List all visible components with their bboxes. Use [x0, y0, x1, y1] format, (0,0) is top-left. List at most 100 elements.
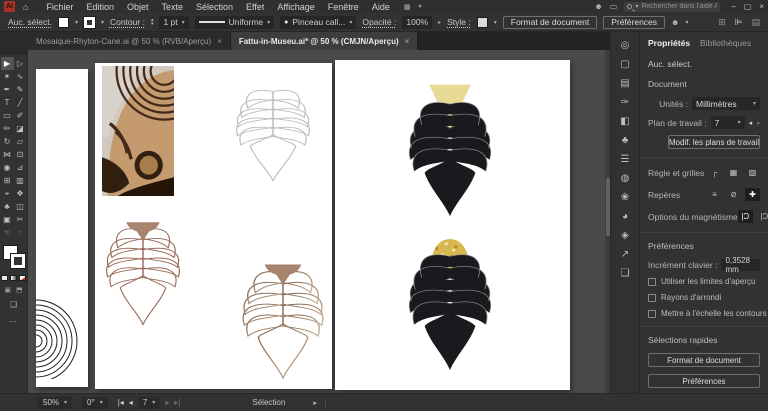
pattern-icon[interactable]: ❀	[621, 192, 629, 203]
workspace-chevron-icon[interactable]: ▾	[418, 3, 421, 10]
shape-builder-tool[interactable]: ◉	[1, 161, 14, 174]
share-document-icon[interactable]: ☻	[671, 18, 679, 27]
document-tab-active[interactable]: Fattu-in-Museu.ai* @ 50 % (CMJN/Aperçu)×	[231, 32, 419, 50]
first-artboard-icon[interactable]: |◂	[118, 398, 124, 407]
width-tool[interactable]: ⋈	[1, 148, 14, 161]
menu-affichage[interactable]: Affichage	[277, 2, 314, 12]
stroke-width-field[interactable]: 1 pt▾	[159, 16, 188, 29]
feather-black-gold-dome[interactable]	[403, 236, 497, 374]
canvas[interactable]	[28, 50, 610, 393]
next-artboard-nav-icon[interactable]: ▸	[165, 398, 169, 407]
opacity-field[interactable]: 100%	[402, 16, 432, 29]
ruler-corner-icon[interactable]: ┌	[707, 166, 722, 179]
checkbox-utiliser-les-limites-d-apercu[interactable]	[648, 278, 656, 286]
feather-outline-gradient[interactable]	[237, 263, 329, 383]
shaper-tool[interactable]: ✏	[1, 122, 14, 135]
menu-objet[interactable]: Objet	[127, 2, 149, 12]
document-info-icon[interactable]: ▢	[620, 59, 629, 70]
units-dropdown[interactable]: Millimètres ▾	[692, 97, 760, 110]
tab-close-icon[interactable]: ×	[217, 37, 222, 46]
menu-effet[interactable]: Effet	[246, 2, 264, 12]
home-icon[interactable]: ⌂	[23, 2, 28, 12]
zoom-tool[interactable]: ◌	[14, 226, 27, 239]
arrange-documents-icon[interactable]: ⊞	[718, 17, 726, 28]
smart-guides-icon[interactable]: ✚	[745, 188, 760, 201]
artboard-nav-dropdown[interactable]: 7 ▾	[138, 397, 160, 409]
artboard-right[interactable]	[335, 60, 570, 390]
menu-texte[interactable]: Texte	[162, 2, 184, 12]
style-chevron-icon[interactable]: ▾	[494, 19, 497, 26]
grid-icon[interactable]: ▦	[726, 166, 741, 179]
rotation-dropdown[interactable]: 0° ▾	[82, 397, 108, 409]
show-guides-icon[interactable]: ≡	[707, 188, 722, 201]
color-button[interactable]	[1, 275, 8, 281]
transparency-icon[interactable]: ◍	[621, 173, 630, 184]
draw-behind-icon[interactable]: ⬒	[16, 286, 23, 294]
previous-artboard-icon[interactable]: ◂	[749, 119, 753, 127]
rectangle-tool[interactable]: ▭	[1, 109, 14, 122]
curvature-tool[interactable]: ✎	[14, 83, 27, 96]
brush-chevron-icon[interactable]: ▾	[349, 19, 352, 26]
checkbox-rayons-d-arrondi[interactable]	[648, 294, 656, 302]
menu-aide[interactable]: Aide	[372, 2, 390, 12]
stroke-profile-dropdown[interactable]: Uniforme▾	[195, 16, 275, 29]
quick-action-format-de-document[interactable]: Format de document	[648, 353, 760, 367]
feather-outline-rust[interactable]	[101, 221, 185, 329]
menu-edition[interactable]: Edition	[86, 2, 114, 12]
menu-selection[interactable]: Sélection	[196, 2, 233, 12]
document-tab[interactable]: Mosaique-Rhyton-Cane.ai @ 50 % (RVB/Aper…	[28, 32, 231, 50]
snap-to-grid-icon[interactable]: |Ɔ	[757, 210, 768, 223]
stroke-profile-chevron-icon[interactable]: ▾	[267, 19, 270, 26]
lasso-tool[interactable]: ∿	[14, 70, 27, 83]
scrollbar-thumb[interactable]	[606, 178, 610, 236]
hand-tool[interactable]: ☜	[1, 226, 14, 239]
stroke-panel-link[interactable]: Contour :	[110, 17, 145, 27]
mesh-tool[interactable]: ⊞	[1, 174, 14, 187]
brush-dropdown[interactable]: ●Pinceau call...▾	[280, 16, 356, 29]
more-tools-button[interactable]: ⋯	[9, 317, 18, 326]
scale-tool[interactable]: ▱	[14, 135, 27, 148]
stroke-indicator-swatch[interactable]	[11, 254, 25, 268]
feather-black-gold-triangle[interactable]	[403, 84, 497, 220]
line-segment-tool[interactable]: ╱	[14, 96, 27, 109]
symbols-icon[interactable]: ♣	[622, 135, 629, 146]
artboard-tool[interactable]: ▣	[1, 213, 14, 226]
last-artboard-icon[interactable]: ▸|	[174, 398, 180, 407]
column-graph-tool[interactable]: ◫	[14, 200, 27, 213]
next-artboard-icon[interactable]: ▸	[757, 119, 761, 127]
export-icon[interactable]: ↗	[621, 249, 629, 260]
document-setup-button[interactable]: Format de document	[503, 16, 597, 29]
quick-action-preferences[interactable]: Préférences	[648, 374, 760, 388]
keyboard-increment-field[interactable]: 0,3528 mm	[721, 259, 760, 271]
selection-status-label[interactable]: Auc. sélect.	[8, 17, 52, 27]
brushes-icon[interactable]: ✑	[621, 97, 629, 108]
feather-outline-sage[interactable]	[231, 83, 315, 185]
preferences-button[interactable]: Préférences	[603, 16, 665, 29]
menu-fenetre[interactable]: Fenêtre	[328, 2, 359, 12]
none-button[interactable]	[19, 275, 26, 281]
workspace-switcher-icon[interactable]: ▦	[404, 3, 411, 11]
search-chevron-icon[interactable]: ▾	[635, 3, 638, 10]
stroke-color-swatch[interactable]	[84, 17, 95, 28]
help-search-input[interactable]: ▾ Rechercher dans l'aide Adobe	[624, 2, 720, 12]
artboard-center[interactable]	[95, 63, 332, 389]
lock-guides-icon[interactable]: ⊘	[726, 188, 741, 201]
eraser-tool[interactable]: ◪	[14, 122, 27, 135]
opacity-chevron-icon[interactable]: ▸	[438, 19, 441, 26]
tools-panel-header[interactable]	[0, 50, 28, 55]
user-account-icon[interactable]: ☻	[594, 2, 602, 11]
style-link[interactable]: Style :	[447, 17, 471, 27]
paintbrush-tool[interactable]: ✐	[14, 109, 27, 122]
stroke-width-stepper[interactable]: ▴▾	[151, 18, 154, 26]
type-tool[interactable]: T	[1, 96, 14, 109]
restore-button[interactable]: ▢	[744, 2, 752, 11]
monitor-icon[interactable]: ▭	[610, 2, 618, 11]
minimize-button[interactable]: –	[731, 2, 735, 11]
gradient-tool[interactable]: ▥	[14, 174, 27, 187]
tab-proprietes[interactable]: Propriétés	[648, 38, 690, 50]
layers-icon[interactable]: ◈	[621, 230, 629, 241]
status-expand-icon[interactable]: ▸	[313, 399, 317, 407]
prev-artboard-icon[interactable]: ◂	[129, 398, 133, 407]
slice-tool[interactable]: ✂	[14, 213, 27, 226]
perspective-grid-tool[interactable]: ⊿	[14, 161, 27, 174]
